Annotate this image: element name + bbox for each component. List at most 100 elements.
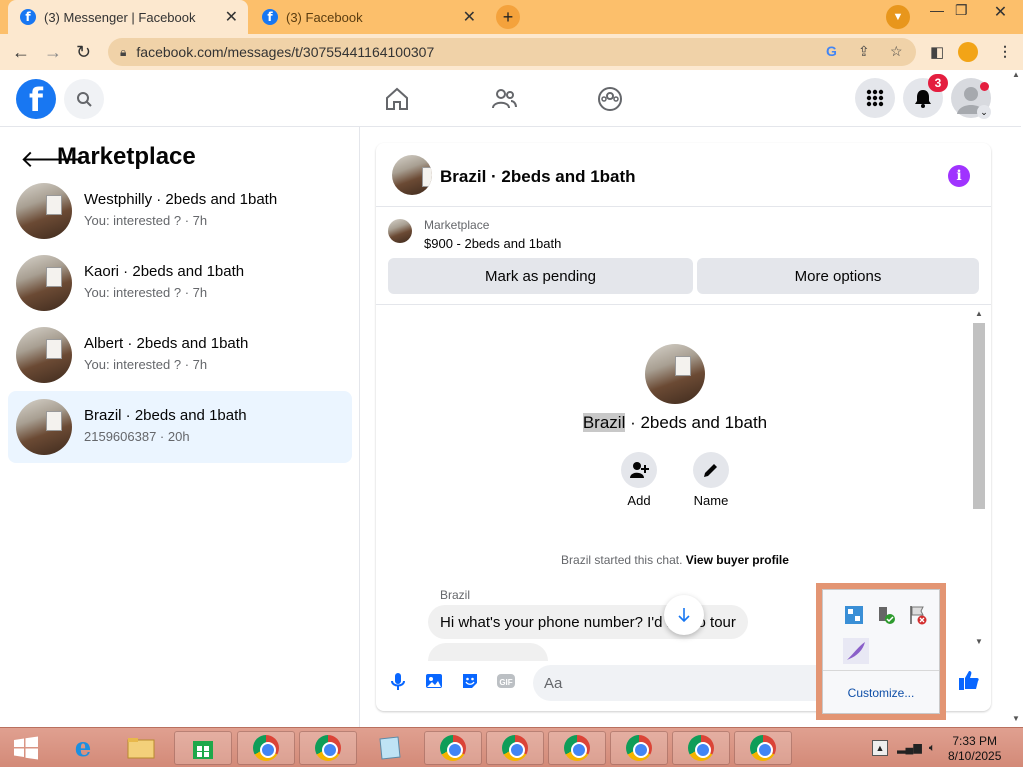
chrome-icon <box>315 735 341 761</box>
scroll-down-icon[interactable]: ▼ <box>975 637 983 646</box>
listing-photo <box>645 344 705 404</box>
chat-avatar[interactable] <box>392 155 432 195</box>
forward-arrow-icon[interactable]: → <box>44 42 62 63</box>
action-center-flag-icon[interactable] <box>907 604 929 626</box>
sticker-icon[interactable] <box>460 671 480 691</box>
network-signal-icon[interactable]: ▂▄▆ <box>897 742 922 754</box>
listing-price[interactable]: $900 - 2beds and 1bath <box>424 236 561 251</box>
new-tab-button[interactable]: + <box>496 5 520 29</box>
reload-icon[interactable]: ↻ <box>76 42 91 63</box>
volume-icon[interactable]: 🔈︎ <box>929 742 936 754</box>
account-chevron-icon[interactable]: ⌄ <box>977 105 991 119</box>
listing-thumbnail[interactable] <box>388 219 412 243</box>
system-message: Brazil started this chat. View buyer pro… <box>376 553 974 567</box>
page-scroll-up-icon[interactable]: ▲ <box>1012 70 1020 79</box>
scrollbar-thumb[interactable] <box>973 323 985 509</box>
feather-pen-icon[interactable] <box>843 638 869 664</box>
highlighted-name: Brazil <box>582 413 626 432</box>
network-adapter-icon[interactable] <box>843 604 865 626</box>
conversation-item[interactable]: Albert · 2beds and 1bath You: interested… <box>8 319 352 391</box>
listing-thumbnail <box>16 327 72 383</box>
name-label: Name <box>693 493 729 508</box>
minimize-button[interactable]: — <box>930 2 944 18</box>
view-buyer-link[interactable]: View buyer profile <box>686 553 789 567</box>
photo-icon[interactable] <box>424 671 444 691</box>
sender-name: Brazil <box>440 588 471 602</box>
chrome-icon <box>253 735 279 761</box>
home-icon[interactable] <box>384 86 410 112</box>
back-arrow-icon[interactable]: ← <box>12 42 30 63</box>
customize-link[interactable]: Customize... <box>823 686 939 700</box>
close-tab-icon[interactable]: ✕ <box>463 7 476 27</box>
google-icon[interactable]: G <box>826 43 837 59</box>
friends-icon[interactable] <box>491 86 517 112</box>
safely-remove-hardware-icon[interactable] <box>875 604 897 626</box>
listing-banner: Marketplace $900 - 2beds and 1bath Mark … <box>376 207 991 305</box>
thumbs-up-icon[interactable] <box>958 669 980 691</box>
close-tab-icon[interactable]: ✕ <box>225 7 238 27</box>
store-icon <box>193 741 213 759</box>
conversation-name: Albert · 2beds and 1bath <box>84 335 249 352</box>
chrome-taskbar-2[interactable] <box>299 731 357 765</box>
taskbar-clock[interactable]: 7:33 PM 8/10/2025 <box>948 734 1001 764</box>
chat-scrollbar[interactable]: ▲ ▼ <box>973 309 985 649</box>
chrome-taskbar-4[interactable] <box>486 731 544 765</box>
conversation-item[interactable]: Westphilly · 2beds and 1bath You: intere… <box>8 175 352 247</box>
tab-search-chevron-icon[interactable]: ▼ <box>886 5 910 29</box>
message-input[interactable]: Aa <box>533 665 833 701</box>
chat-title[interactable]: Brazil · 2beds and 1bath <box>440 167 636 187</box>
conversation-item-selected[interactable]: Brazil · 2beds and 1bath 2159606387 · 20… <box>8 391 352 463</box>
chrome-taskbar-5[interactable] <box>548 731 606 765</box>
chrome-icon <box>626 735 652 761</box>
start-button[interactable] <box>6 733 46 763</box>
info-icon[interactable]: i <box>948 165 970 187</box>
microphone-icon[interactable] <box>388 671 408 691</box>
restore-button[interactable]: ❐ <box>955 2 968 19</box>
folder-icon <box>127 738 155 759</box>
started-chat-text: Brazil started this chat. <box>561 553 683 567</box>
file-explorer-taskbar[interactable] <box>112 731 170 765</box>
chrome-taskbar-8[interactable] <box>734 731 792 765</box>
chrome-taskbar-6[interactable] <box>610 731 668 765</box>
chrome-taskbar-3[interactable] <box>424 731 482 765</box>
clock-date: 8/10/2025 <box>948 749 1002 763</box>
url-text: facebook.com/messages/t/3075544116410030… <box>136 44 435 60</box>
search-icon <box>77 92 92 107</box>
menu-button[interactable] <box>855 78 895 118</box>
bookmark-star-icon[interactable]: ☆ <box>890 43 903 60</box>
store-taskbar[interactable] <box>174 731 232 765</box>
chrome-taskbar-1[interactable] <box>237 731 295 765</box>
scroll-up-icon[interactable]: ▲ <box>975 309 983 318</box>
bell-icon <box>915 90 931 108</box>
tab-facebook[interactable]: f (3) Facebook ✕ <box>250 0 486 34</box>
conversation-item[interactable]: Kaori · 2beds and 1bath You: interested … <box>8 247 352 319</box>
window-close-button[interactable]: ✕ <box>978 0 1023 24</box>
gif-icon[interactable]: GIF <box>496 671 516 691</box>
facebook-logo-icon[interactable]: f <box>16 79 56 119</box>
address-bar[interactable]: 🔒︎ facebook.com/messages/t/3075544116410… <box>108 38 916 66</box>
notification-badge: 3 <box>928 74 948 92</box>
chrome-icon <box>564 735 590 761</box>
add-button[interactable] <box>621 452 657 488</box>
search-button[interactable] <box>64 79 104 119</box>
windows-taskbar: e ▲ ▂▄▆ 🔈︎ 7:33 PM 8/10/2025 <box>0 727 1023 767</box>
groups-icon[interactable] <box>597 86 623 112</box>
tab-messenger[interactable]: f (3) Messenger | Facebook ✕ <box>8 0 248 34</box>
share-icon[interactable]: ⇪ <box>858 43 870 60</box>
browser-toolbar: ← → ↻ 🔒︎ facebook.com/messages/t/3075544… <box>0 34 1023 70</box>
scroll-to-bottom-button[interactable] <box>664 595 704 635</box>
menu-kebab-icon[interactable]: ⋮ <box>998 43 1012 60</box>
chrome-taskbar-7[interactable] <box>672 731 730 765</box>
add-label: Add <box>627 493 651 508</box>
name-button[interactable] <box>693 452 729 488</box>
mark-pending-button[interactable]: Mark as pending <box>388 258 693 294</box>
page-scroll-down-icon[interactable]: ▼ <box>1012 714 1020 723</box>
more-options-button[interactable]: More options <box>697 258 979 294</box>
notepad-taskbar[interactable] <box>361 731 419 765</box>
tray-expand-icon[interactable]: ▲ <box>872 740 888 756</box>
side-panel-icon[interactable]: ◧ <box>930 43 944 61</box>
marketplace-sidebar: 🡐 Marketplace Westphilly · 2beds and 1ba… <box>0 127 360 727</box>
conversation-preview: You: interested ? · 7h <box>84 285 208 300</box>
profile-avatar-icon[interactable] <box>958 42 978 62</box>
internet-explorer-taskbar[interactable]: e <box>54 731 112 765</box>
